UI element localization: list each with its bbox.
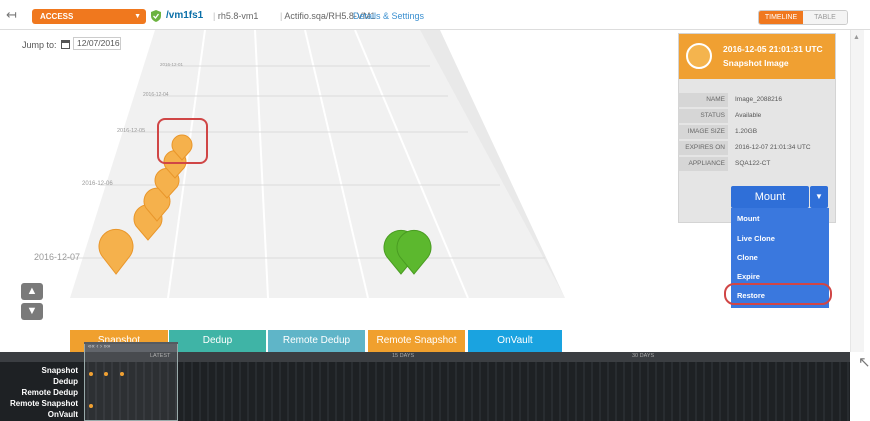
15-days-label: 15 DAYS (392, 353, 415, 359)
date-label: 2016-12-07 (34, 252, 81, 262)
tab-table[interactable]: TABLE (803, 11, 847, 24)
mouse-cursor-icon: ↖ (858, 354, 870, 371)
card-header: 2016-12-05 21:01:31 UTC Snapshot Image (679, 34, 835, 79)
bottom-row-label: Dedup (53, 377, 78, 386)
card-title: 2016-12-05 21:01:31 UTC (723, 44, 823, 54)
bottom-row-label: Remote Snapshot (9, 399, 78, 408)
jump-date-input[interactable]: 12/07/2016 (73, 37, 121, 50)
detail-value: Image_2088216 (735, 96, 782, 103)
detail-key: STATUS (678, 109, 728, 123)
remote-snapshot-marker[interactable] (89, 404, 93, 408)
scroll-up-button[interactable]: ▲ (21, 283, 43, 300)
date-label: 2016-12-04 (143, 92, 169, 98)
host-name: | rh5.8-vm1 (213, 11, 259, 21)
host-name-text: rh5.8-vm1 (217, 11, 259, 21)
detail-row: STATUS Available (678, 109, 835, 123)
mount-button[interactable]: Mount (731, 186, 809, 208)
detail-key: IMAGE SIZE (678, 125, 728, 139)
back-icon[interactable]: ↤ (6, 8, 20, 21)
menu-item-clone[interactable]: Clone (737, 253, 758, 262)
detail-value: SQA122-CT (735, 160, 771, 167)
mount-dropdown-toggle[interactable]: ▼ (810, 186, 828, 208)
details-settings-link[interactable]: Details & Settings (353, 11, 424, 21)
lane-remote-dedup[interactable]: Remote Dedup (268, 330, 365, 352)
lane-dedup[interactable]: Dedup (169, 330, 266, 352)
detail-key: EXPIRES ON (678, 141, 728, 155)
bottom-timeline: LATEST 15 DAYS 30 DAYS «« ‹ › »» Snapsho… (0, 342, 850, 421)
detail-row: IMAGE SIZE 1.20GB (678, 125, 835, 139)
access-select-label: ACCESS (40, 12, 74, 21)
calendar-icon[interactable] (61, 40, 70, 49)
detail-row: APPLIANCE SQA122-CT (678, 157, 835, 171)
detail-key: NAME (678, 93, 728, 107)
date-label: 2016-12-06 (82, 181, 113, 187)
selected-image-highlight (157, 118, 208, 164)
detail-value: 1.20GB (735, 128, 758, 135)
access-select[interactable]: ACCESS ▼ (32, 9, 146, 24)
detail-key: APPLIANCE (678, 157, 728, 171)
bottom-row-label: Snapshot (41, 366, 78, 375)
detail-row: NAME Image_2088216 (678, 93, 835, 107)
snapshot-marker[interactable] (89, 372, 93, 376)
vertical-scrollbar[interactable] (850, 30, 864, 352)
bottom-grid (87, 362, 849, 421)
jump-to-label: Jump to: (22, 40, 57, 50)
lane-remote-snapshot[interactable]: Remote Snapshot (368, 330, 465, 352)
lane-onvault[interactable]: OnVault (468, 330, 562, 352)
snapshot-marker[interactable] (120, 372, 124, 376)
view-toggle: TIMELINE TABLE (758, 10, 848, 25)
snapshot-marker[interactable] (104, 372, 108, 376)
menu-item-mount[interactable]: Mount (737, 214, 760, 223)
detail-value: 2016-12-07 21:01:34 UTC (735, 144, 811, 151)
card-subtitle: Snapshot Image (723, 58, 789, 68)
tab-timeline[interactable]: TIMELINE (759, 11, 803, 24)
scroll-down-button[interactable]: ▼ (21, 303, 43, 320)
scroll-up-arrow-icon[interactable]: ▲ (853, 34, 860, 41)
range-window[interactable] (84, 344, 178, 421)
menu-item-expire[interactable]: Expire (737, 272, 760, 281)
restore-highlight (724, 283, 832, 305)
bottom-row-label: Remote Dedup (21, 388, 78, 397)
bottom-row-label: OnVault (47, 410, 78, 419)
detail-row: EXPIRES ON 2016-12-07 21:01:34 UTC (678, 141, 835, 155)
snapshot-circle-icon (686, 43, 712, 69)
vm-name: /vm1fs1 (166, 10, 204, 21)
chevron-down-icon: ▼ (134, 13, 141, 20)
30-days-label: 30 DAYS (632, 353, 655, 359)
top-bar: ↤ ACCESS ▼ /vm1fs1 | rh5.8-vm1 | Actifio… (0, 0, 870, 30)
shield-icon (151, 10, 161, 22)
chevron-down-icon: ▼ (815, 192, 823, 201)
detail-value: Available (735, 112, 762, 119)
date-label: 2016-12-01 (160, 62, 184, 67)
date-label: 2016-12-05 (117, 128, 146, 134)
menu-item-live-clone[interactable]: Live Clone (737, 234, 775, 243)
